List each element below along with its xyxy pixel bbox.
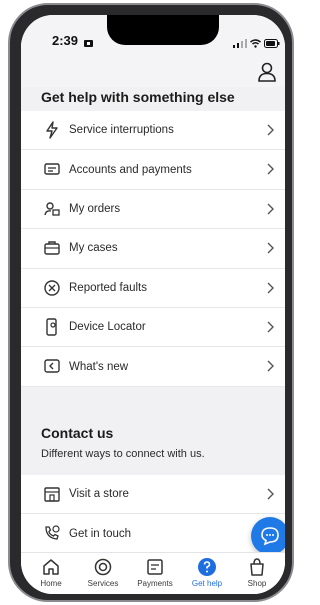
fault-icon [44, 279, 60, 296]
list-item-accounts-payments[interactable]: Accounts and payments [21, 150, 285, 190]
lightning-icon [46, 121, 58, 139]
list-item-label: Accounts and payments [69, 163, 192, 176]
tab-services[interactable]: Services [77, 557, 129, 593]
chat-icon [261, 527, 279, 546]
payments-icon [147, 559, 163, 575]
chat-button[interactable] [251, 517, 285, 555]
list-item-whats-new[interactable]: What's new [21, 347, 285, 387]
profile-icon[interactable] [257, 61, 277, 83]
list-item-label: Device Locator [69, 321, 146, 334]
phone-frame: 2:39 Get help with something else Servic… [8, 3, 294, 602]
list-item-visit-store[interactable]: Visit a store [21, 475, 285, 515]
camera-notch [107, 15, 219, 45]
list-item-get-in-touch[interactable]: Get in touch [21, 514, 285, 554]
list-item-my-cases[interactable]: My cases [21, 229, 285, 269]
tab-label: Services [87, 579, 119, 588]
contact-title: Contact us [41, 425, 114, 441]
list-item-label: Reported faults [69, 281, 147, 294]
chevron-right-icon [267, 321, 274, 333]
bill-icon [44, 163, 60, 176]
chevron-right-icon [267, 163, 274, 175]
list-item-reported-faults[interactable]: Reported faults [21, 268, 285, 308]
orders-icon [44, 202, 60, 216]
list-item-device-locator[interactable]: Device Locator [21, 307, 285, 348]
tab-label: Shop [247, 579, 267, 588]
list-item-my-orders[interactable]: My orders [21, 189, 285, 230]
chevron-right-icon [267, 360, 274, 372]
list-item-label: My cases [69, 242, 118, 255]
battery-icon [264, 39, 280, 48]
cellular-signal-icon [233, 39, 247, 48]
services-icon [94, 558, 112, 576]
contact-icon [45, 525, 60, 541]
contact-list: Visit a store Get in touch [21, 475, 285, 554]
help-list: Service interruptions Accounts and payme… [21, 111, 285, 387]
status-bar: 2:39 [21, 15, 285, 65]
wifi-icon [250, 39, 261, 48]
shop-icon [250, 558, 264, 576]
whats-new-icon [44, 359, 60, 374]
chevron-right-icon [267, 242, 274, 254]
chevron-right-icon [267, 203, 274, 215]
app-screen: 2:39 Get help with something else Servic… [21, 15, 285, 594]
chevron-right-icon [267, 282, 274, 294]
home-icon [43, 559, 59, 575]
tab-shop[interactable]: Shop [231, 557, 283, 593]
contact-section: Contact us Different ways to connect wit… [21, 405, 285, 475]
status-time: 2:39 [52, 33, 79, 48]
store-icon [44, 487, 60, 502]
list-item-label: Service interruptions [69, 124, 174, 137]
list-item-label: What's new [69, 360, 129, 373]
list-item-label: My orders [69, 202, 121, 215]
chevron-right-icon [267, 488, 274, 500]
device-locator-icon [46, 318, 57, 336]
briefcase-icon [44, 241, 60, 255]
help-icon [198, 558, 216, 576]
list-item-service-interruptions[interactable]: Service interruptions [21, 111, 285, 151]
list-item-label: Get in touch [69, 527, 132, 540]
top-header [21, 62, 285, 87]
contact-subtitle: Different ways to connect with us. [41, 448, 205, 460]
tab-home[interactable]: Home [25, 557, 77, 593]
tab-label: Home [40, 579, 62, 588]
chevron-right-icon [267, 124, 274, 136]
tab-payments[interactable]: Payments [129, 557, 181, 593]
tab-label: Payments [137, 579, 173, 588]
list-item-label: Visit a store [69, 488, 129, 501]
lock-icon [84, 40, 93, 47]
tab-get-help[interactable]: Get help [181, 557, 233, 593]
tab-label: Get help [191, 579, 223, 588]
tab-bar: Home Services Payments Get help Shop [21, 552, 285, 594]
help-section-title: Get help with something else [41, 89, 235, 105]
